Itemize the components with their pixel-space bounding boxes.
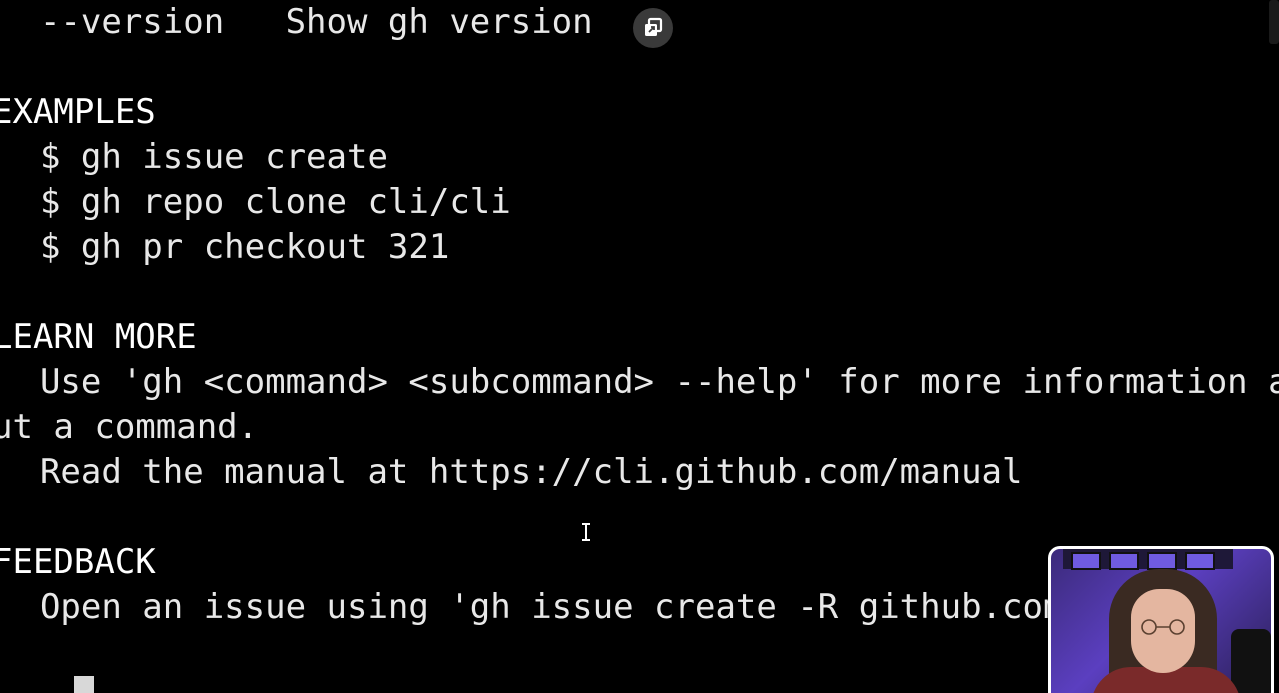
webcam-shelf xyxy=(1063,549,1233,570)
webcam-overlay xyxy=(1048,546,1274,693)
copy-icon xyxy=(642,8,664,48)
mouse-ibeam-icon xyxy=(581,510,591,541)
examples-heading: EXAMPLES xyxy=(0,92,156,132)
learn-more-wrap-line: ut a command. xyxy=(0,407,259,447)
terminal-window[interactable]: --version Show gh version EXAMPLES $ gh … xyxy=(0,0,1279,693)
version-option-line: --version Show gh version xyxy=(0,2,593,42)
learn-more-heading: LEARN MORE xyxy=(0,317,197,357)
copy-button[interactable] xyxy=(633,8,673,48)
example-line: $ gh repo clone cli/cli xyxy=(0,182,511,222)
webcam-chair xyxy=(1231,629,1271,693)
example-line: $ gh pr checkout 321 xyxy=(0,227,450,267)
feedback-heading: FEEDBACK xyxy=(0,542,156,582)
scrollbar[interactable] xyxy=(1269,0,1279,44)
webcam-glasses xyxy=(1141,619,1185,635)
terminal-cursor xyxy=(74,676,94,693)
example-line: $ gh issue create xyxy=(0,137,388,177)
learn-more-line: Use 'gh <command> <subcommand> --help' f… xyxy=(0,362,1279,402)
manual-link-line: Read the manual at https://cli.github.co… xyxy=(0,452,1023,492)
